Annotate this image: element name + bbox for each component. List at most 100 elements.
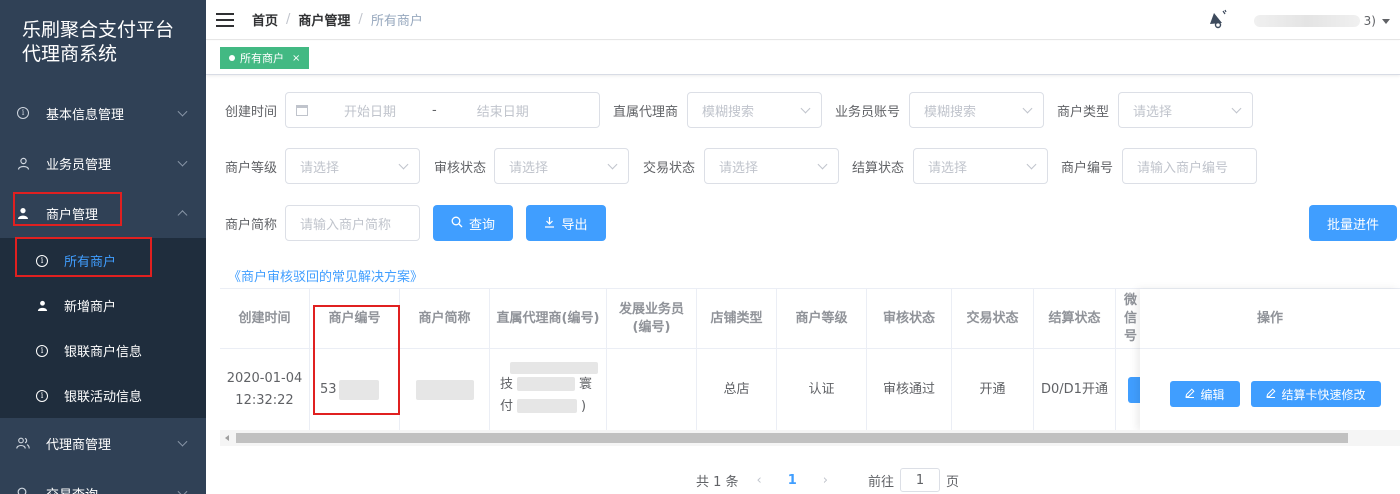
edit-label: 编辑 — [1200, 387, 1225, 402]
pager-goto-input[interactable]: 1 — [900, 468, 941, 492]
settle-select[interactable]: 请选择 — [913, 148, 1048, 184]
sidebar-subitem-label: 银联商户信息 — [64, 345, 143, 360]
agent-line2: 技寰 — [500, 376, 593, 392]
user-dropdown[interactable]: 3) — [1254, 12, 1390, 30]
scroll-left-icon[interactable] — [225, 435, 229, 441]
settle-label: 结算状态 — [852, 161, 905, 176]
chevron-down-icon — [177, 486, 188, 494]
merchant-type-select[interactable]: 请选择 — [1118, 92, 1253, 128]
chevron-down-icon — [177, 156, 188, 167]
salesman-select[interactable]: 模糊搜索 — [909, 92, 1044, 128]
tag-all-merchants[interactable]: 所有商户 × — [220, 47, 310, 69]
top-header: 首页 / 商户管理 / 所有商户 3) — [206, 0, 1400, 40]
merchant-type-placeholder: 请选择 — [1133, 104, 1173, 120]
agent-label: 直属代理商 — [613, 105, 679, 120]
level-placeholder: 请选择 — [300, 160, 340, 176]
cell-trade: 开通 — [952, 349, 1034, 431]
short-name-redacted — [415, 379, 474, 400]
short-name-input[interactable]: 请输入商户简称 — [285, 205, 420, 241]
create-time-label: 创建时间 — [225, 105, 278, 120]
edit-icon — [1266, 387, 1276, 401]
breadcrumb-separator: / — [286, 12, 291, 27]
merchant-no-placeholder: 请输入商户编号 — [1137, 160, 1229, 176]
sidebar-subitem-add-merchant[interactable]: 新增商户 — [0, 283, 206, 328]
range-separator: - — [432, 102, 437, 118]
highlight-box-submenu — [15, 237, 152, 277]
table-header-cell: 商户等级 — [777, 289, 867, 349]
sidebar-item-basic-info[interactable]: i 基本信息管理 — [0, 88, 206, 138]
sidebar-subitem-unionpay-merchant[interactable]: i 银联商户信息 — [0, 328, 206, 373]
batch-label: 批量进件 — [1326, 217, 1379, 233]
user-solid-icon — [36, 300, 48, 312]
level-label: 商户等级 — [225, 161, 278, 176]
table-header-cell: 结算状态 — [1034, 289, 1116, 349]
short-name-placeholder: 请输入商户简称 — [300, 217, 392, 233]
brand-title: 乐刷聚合支付平台 代理商系统 — [0, 0, 206, 88]
highlight-box-merchant-no — [313, 305, 400, 415]
breadcrumb-home[interactable]: 首页 — [252, 10, 278, 29]
highlight-box-menu — [13, 192, 122, 226]
chevron-down-icon — [800, 103, 811, 114]
help-link-audit-reject[interactable]: 《商户审核驳回的常见解决方案》 — [228, 266, 423, 285]
audit-select[interactable]: 请选择 — [494, 148, 629, 184]
search-icon — [451, 216, 463, 231]
agent-select[interactable]: 模糊搜索 — [687, 92, 822, 128]
chevron-up-icon — [177, 210, 188, 221]
breadcrumb-current: 所有商户 — [370, 14, 423, 29]
sidebar: 乐刷聚合支付平台 代理商系统 i 基本信息管理 业务员管理 商户管理 i 所有商… — [0, 0, 206, 494]
sidebar-subitem-unionpay-activity[interactable]: i 银联活动信息 — [0, 373, 206, 418]
download-icon — [544, 216, 555, 231]
chevron-down-icon — [1022, 103, 1033, 114]
table-header-cell: 直属代理商(编号) — [490, 289, 607, 349]
bell-icon[interactable] — [1206, 9, 1228, 31]
chevron-down-icon — [177, 436, 188, 447]
fixed-actions-column: 操作 编辑 结算卡快速修改 — [1140, 289, 1400, 431]
merchant-type-label: 商户类型 — [1057, 105, 1110, 120]
agent-placeholder: 模糊搜索 — [702, 104, 755, 120]
short-name-label: 商户简称 — [225, 218, 278, 233]
export-label: 导出 — [561, 217, 588, 233]
prev-page-icon[interactable]: ‹ — [757, 473, 762, 488]
table-header-cell: 交易状态 — [952, 289, 1034, 349]
sidebar-item-agent[interactable]: 代理商管理 — [0, 418, 206, 468]
next-page-icon[interactable]: › — [823, 473, 828, 488]
trade-placeholder: 请选择 — [719, 160, 759, 176]
cell-salesman — [607, 349, 697, 431]
settle-card-modify-button[interactable]: 结算卡快速修改 — [1251, 381, 1381, 407]
sidebar-item-trade-query[interactable]: 交易查询 — [0, 468, 206, 494]
user-name-redacted — [1254, 15, 1360, 27]
breadcrumb-merchant[interactable]: 商户管理 — [298, 10, 350, 29]
sidebar-item-salesman[interactable]: 业务员管理 — [0, 138, 206, 188]
horizontal-scrollbar[interactable] — [220, 430, 1400, 446]
export-button[interactable]: 导出 — [526, 205, 606, 241]
table-header-cell: 操作 — [1140, 289, 1400, 349]
close-icon[interactable]: × — [292, 53, 300, 64]
trade-select[interactable]: 请选择 — [704, 148, 839, 184]
sidebar-subitem-label: 新增商户 — [64, 300, 117, 315]
brand-line2: 代理商系统 — [22, 43, 118, 65]
cell-short-name — [400, 349, 490, 431]
table-header-cell: 发展业务员(编号) — [607, 289, 697, 349]
sidebar-item-label: 交易查询 — [46, 484, 98, 494]
sidebar-item-label: 业务员管理 — [46, 157, 112, 173]
pagination: 共 1 条 ‹ 1 › 前往 1 页 — [696, 468, 959, 492]
batch-onboard-button[interactable]: 批量进件 — [1309, 205, 1397, 241]
chevron-down-icon — [177, 106, 188, 117]
level-select[interactable]: 请选择 — [285, 148, 420, 184]
pager-current[interactable]: 1 — [788, 473, 797, 488]
start-date-placeholder: 开始日期 — [344, 104, 397, 120]
audit-placeholder: 请选择 — [509, 160, 549, 176]
edit-button[interactable]: 编辑 — [1170, 381, 1240, 407]
hamburger-menu-icon[interactable] — [216, 12, 234, 27]
merchant-no-input[interactable]: 请输入商户编号 — [1122, 148, 1257, 184]
table-header-cell: 店铺类型 — [697, 289, 777, 349]
chevron-down-icon — [1231, 103, 1242, 114]
cell-shop-type: 总店 — [697, 349, 777, 431]
create-time-range-picker[interactable]: 开始日期 - 结束日期 — [285, 92, 600, 128]
settle-card-modify-label: 结算卡快速修改 — [1281, 387, 1366, 402]
scrollbar-thumb[interactable] — [236, 433, 1348, 443]
query-button[interactable]: 查询 — [433, 205, 513, 241]
cell-level: 认证 — [777, 349, 867, 431]
user-name-suffix: 3) — [1363, 14, 1376, 28]
table-header-cell: 商户简称 — [400, 289, 490, 349]
